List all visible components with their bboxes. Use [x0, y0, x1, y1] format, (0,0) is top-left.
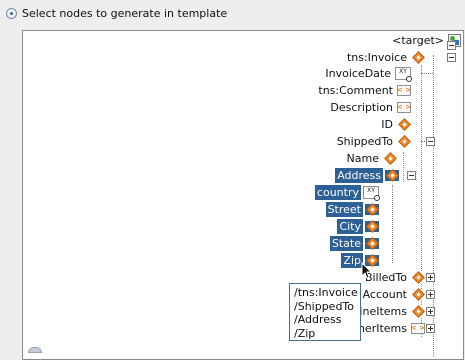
tree-node-billed-to[interactable]: BilledTo [363, 270, 425, 285]
element-icon [383, 153, 397, 164]
node-path-tooltip: /tns:Invoice /ShippedTo /Address /Zip [289, 283, 361, 341]
tree-node-id[interactable]: ID [379, 117, 411, 132]
radio-label: Select nodes to generate in template [22, 6, 228, 20]
tooltip-line: /tns:Invoice [294, 286, 358, 299]
tree-node-name[interactable]: Name [345, 151, 397, 166]
element-icon [411, 272, 425, 283]
element-icon [365, 238, 379, 249]
node-label: City [337, 219, 363, 234]
tree-node-line-items[interactable]: LineItems [351, 304, 425, 319]
tree-node-description[interactable]: Description < > [328, 100, 411, 115]
collapse-target-icon[interactable] [447, 41, 456, 50]
brackets-glyph: < > [396, 86, 412, 94]
brackets-glyph: < > [396, 103, 412, 111]
collapse-shipped-to-icon[interactable] [426, 137, 435, 146]
tree-node-invoice[interactable]: tns:Invoice [345, 50, 425, 65]
tree-line [403, 152, 404, 182]
tree-node-street[interactable]: Street [325, 202, 379, 217]
mouse-cursor-icon [361, 262, 372, 279]
text-content-icon: < > [397, 85, 411, 96]
node-label: Street [325, 202, 363, 217]
tooltip-line: /Address [294, 313, 342, 326]
text-content-icon: < > [397, 102, 411, 113]
attribute-xy-icon: XY [363, 186, 380, 201]
text-content-icon: < > [411, 323, 425, 334]
radio-button[interactable] [6, 7, 17, 19]
element-icon [365, 204, 379, 215]
brackets-glyph: < > [410, 324, 426, 332]
node-label: Description [330, 101, 393, 114]
tree-node-shipped-to[interactable]: ShippedTo [335, 134, 411, 149]
tooltip-line: /Zip [294, 326, 316, 340]
tree-node-address[interactable]: Address [335, 168, 399, 183]
node-label: tns:Comment [318, 84, 393, 97]
tree-line [392, 185, 393, 263]
collapse-address-icon[interactable] [407, 171, 416, 180]
element-icon [411, 52, 425, 63]
expand-account-icon[interactable] [426, 290, 435, 299]
element-icon [397, 136, 411, 147]
element-icon [385, 170, 399, 181]
node-label: country [314, 185, 361, 200]
generate-nodes-option[interactable]: Select nodes to generate in template [6, 6, 227, 20]
tree-node-state[interactable]: State [329, 236, 379, 251]
node-label: Name [346, 152, 379, 165]
node-label: Account [362, 288, 407, 301]
tree-node-account[interactable]: Account [361, 287, 425, 302]
attribute-xy-icon: XY [395, 67, 412, 82]
tree-node-invoice-date[interactable]: InvoiceDate XY [323, 66, 412, 82]
scrollbar-thumb[interactable] [28, 347, 42, 353]
element-icon [411, 289, 425, 300]
expand-billed-to-icon[interactable] [426, 273, 435, 282]
expand-other-items-icon[interactable] [426, 324, 435, 333]
node-label: InvoiceDate [325, 67, 391, 80]
tree-node-comment[interactable]: tns:Comment < > [316, 83, 411, 98]
tree-panel: <target> tns:Invoice InvoiceDate XY tns:… [22, 30, 464, 360]
node-label: State [329, 236, 363, 251]
tree-node-country[interactable]: country XY [314, 185, 380, 201]
node-label: Zip [341, 253, 363, 268]
element-icon [411, 306, 425, 317]
tooltip-line: /ShippedTo [294, 299, 355, 313]
tree-node-city[interactable]: City [337, 219, 379, 234]
tree-line [421, 73, 433, 74]
target-label: <target> [392, 34, 444, 47]
element-icon [365, 221, 379, 232]
node-label: ShippedTo [336, 135, 393, 148]
node-label: Address [335, 168, 383, 183]
node-label: ID [381, 118, 393, 131]
node-label: tns:Invoice [346, 51, 407, 64]
collapse-invoice-icon[interactable] [447, 53, 456, 62]
expand-line-items-icon[interactable] [426, 307, 435, 316]
element-icon [397, 119, 411, 130]
